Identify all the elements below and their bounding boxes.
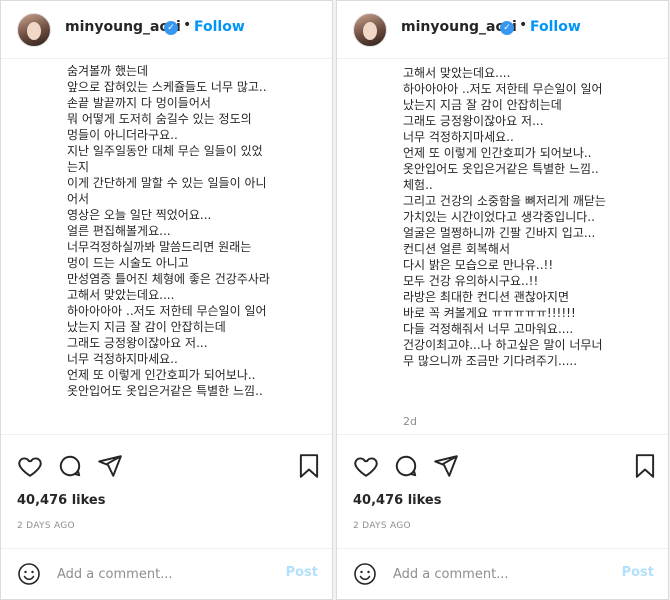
caption-line: 만성염증 틀어진 체형에 좋은 건강주사라 xyxy=(67,272,270,286)
post-header: minyoung_aori ✓ • Follow xyxy=(337,1,668,59)
caption-line: 그래도 긍정왕이잖아요 저... xyxy=(403,114,544,128)
like-button[interactable] xyxy=(353,453,379,479)
verified-icon: ✓ xyxy=(500,21,514,35)
caption-area[interactable]: 고해서 맞았는데요.... 하아아아아 ..저도 저한테 무슨일이 일어났는지 지… xyxy=(337,59,668,435)
post-date[interactable]: 2 DAYS AGO xyxy=(17,521,75,531)
time-ago: 2d xyxy=(403,415,417,428)
share-icon xyxy=(434,455,458,477)
caption-line: 다시 밝은 모습으로 만나유..!! xyxy=(403,258,554,272)
caption-line: 컨디션 얼른 회복해서 xyxy=(403,242,510,256)
caption-line: 뭐 어떻게 도저히 숨길수 있는 정도의 xyxy=(67,112,252,126)
save-button[interactable] xyxy=(632,453,658,479)
emoji-button[interactable] xyxy=(353,562,377,586)
caption-line: 났는지 지금 잘 감이 안잡히는데 xyxy=(403,98,562,112)
caption-line: 가치있는 시간이었다고 생각중입니다.. xyxy=(403,210,595,224)
post-comment-button[interactable]: Post xyxy=(286,565,318,580)
likes-count[interactable]: 40,476 likes xyxy=(353,493,441,508)
caption-line: 라방은 최대한 컨디션 괜찮아지면 xyxy=(403,290,570,304)
caption-text: 고해서 맞았는데요.... 하아아아아 ..저도 저한테 무슨일이 일어났는지 지… xyxy=(403,65,658,369)
share-button[interactable] xyxy=(97,453,123,479)
caption-line: 얼굴은 멀쩡하니까 긴팔 긴바지 입고... xyxy=(403,226,596,240)
caption-line: 얼른 편집해볼게요... xyxy=(67,224,171,238)
caption-line: 하아아아아 ..저도 저한테 무슨일이 일어 xyxy=(67,304,267,318)
comment-button[interactable] xyxy=(57,453,83,479)
caption-line: 그리고 건강의 소중함을 뼈저리게 깨닫는 xyxy=(403,194,606,208)
follow-button[interactable]: Follow xyxy=(530,19,581,35)
caption-line: 언제 또 이렇게 인간호피가 되어보나.. xyxy=(403,146,592,160)
follow-button[interactable]: Follow xyxy=(194,19,245,35)
caption-line: 하아아아아 ..저도 저한테 무슨일이 일어 xyxy=(403,82,603,96)
comment-bar: Post xyxy=(337,548,668,599)
avatar[interactable] xyxy=(17,13,51,47)
caption-line: 앞으로 잡혀있는 스케쥴들도 너무 많고.. xyxy=(67,80,267,94)
caption-line: 어서 xyxy=(67,192,90,206)
caption-line: 다들 걱정해줘서 너무 고마워요.... xyxy=(403,322,574,336)
caption-line: 났는지 지금 잘 감이 안잡히는데 xyxy=(67,320,226,334)
heart-icon xyxy=(354,457,378,477)
emoji-icon xyxy=(354,563,376,585)
like-button[interactable] xyxy=(17,453,43,479)
post-panel-left: minyoung_aori ✓ • Follow 숨겨볼까 했는데앞으로 잡혀있… xyxy=(0,0,333,600)
bookmark-icon xyxy=(635,454,655,478)
bookmark-icon xyxy=(299,454,319,478)
caption-line: 옷안입어도 옷입은거같은 특별한 느낌.. xyxy=(67,384,263,398)
comment-input[interactable] xyxy=(57,564,277,584)
caption-line: 이게 간단하게 말할 수 있는 일들이 아니 xyxy=(67,176,267,190)
avatar[interactable] xyxy=(353,13,387,47)
verified-icon: ✓ xyxy=(164,21,178,35)
caption-line: 옷안입어도 옷입은거같은 특별한 느낌.. xyxy=(403,162,599,176)
separator-dot: • xyxy=(183,17,192,33)
emoji-button[interactable] xyxy=(17,562,41,586)
caption-line: 언제 또 이렇게 인간호피가 되어보나.. xyxy=(67,368,256,382)
emoji-icon xyxy=(18,563,40,585)
post-date[interactable]: 2 DAYS AGO xyxy=(353,521,411,531)
caption-line: 바로 꼭 켜볼게요 ㅠㅠㅠㅠㅠ!!!!!! xyxy=(403,306,576,320)
caption-line: 멍이 드는 시술도 아니고 xyxy=(67,256,189,270)
caption-line: 멍들이 아니더라구요.. xyxy=(67,128,178,142)
share-button[interactable] xyxy=(433,453,459,479)
likes-count[interactable]: 40,476 likes xyxy=(17,493,105,508)
caption-line: 는지 xyxy=(67,160,90,174)
action-bar xyxy=(1,453,332,493)
caption-line: 손끝 발끝까지 다 멍이들어서 xyxy=(67,96,211,110)
caption-line: 모두 건강 유의하시구요..!! xyxy=(403,274,539,288)
caption-line: 고해서 맞았는데요.... xyxy=(403,66,511,80)
heart-icon xyxy=(18,457,42,477)
post-panel-right: minyoung_aori ✓ • Follow 고해서 맞았는데요.... 하아… xyxy=(336,0,669,600)
comment-input[interactable] xyxy=(393,564,613,584)
caption-line: 너무 걱정하지마세요.. xyxy=(67,352,178,366)
caption-line: 숨겨볼까 했는데 xyxy=(67,64,149,78)
caption-line: 지난 일주일동안 대체 무슨 일들이 있었 xyxy=(67,144,263,158)
comment-button[interactable] xyxy=(393,453,419,479)
caption-line: 영상은 오늘 일단 찍었어요... xyxy=(67,208,212,222)
save-button[interactable] xyxy=(296,453,322,479)
comment-icon xyxy=(59,455,81,477)
comment-icon xyxy=(395,455,417,477)
separator-dot: • xyxy=(519,17,528,33)
share-icon xyxy=(98,455,122,477)
action-bar xyxy=(337,453,668,493)
caption-line: 고해서 맞았는데요.... xyxy=(67,288,175,302)
caption-area[interactable]: 숨겨볼까 했는데앞으로 잡혀있는 스케쥴들도 너무 많고.. 손끝 발끝까지 다 … xyxy=(1,59,332,435)
post-header: minyoung_aori ✓ • Follow xyxy=(1,1,332,59)
caption-text: 숨겨볼까 했는데앞으로 잡혀있는 스케쥴들도 너무 많고.. 손끝 발끝까지 다 … xyxy=(67,63,322,399)
caption-line: 너무 걱정하지마세요.. xyxy=(403,130,514,144)
caption-line: 그래도 긍정왕이잖아요 저... xyxy=(67,336,208,350)
caption-line: 체험.. xyxy=(403,178,433,192)
post-comment-button[interactable]: Post xyxy=(622,565,654,580)
caption-line: 무 많으니까 조금만 기다려주기..... xyxy=(403,354,578,368)
caption-line: 너무걱정하실까봐 말씀드리면 원래는 xyxy=(67,240,252,254)
comment-bar: Post xyxy=(1,548,332,599)
caption-line: 건강이최고야...나 하고싶은 말이 너무너 xyxy=(403,338,603,352)
